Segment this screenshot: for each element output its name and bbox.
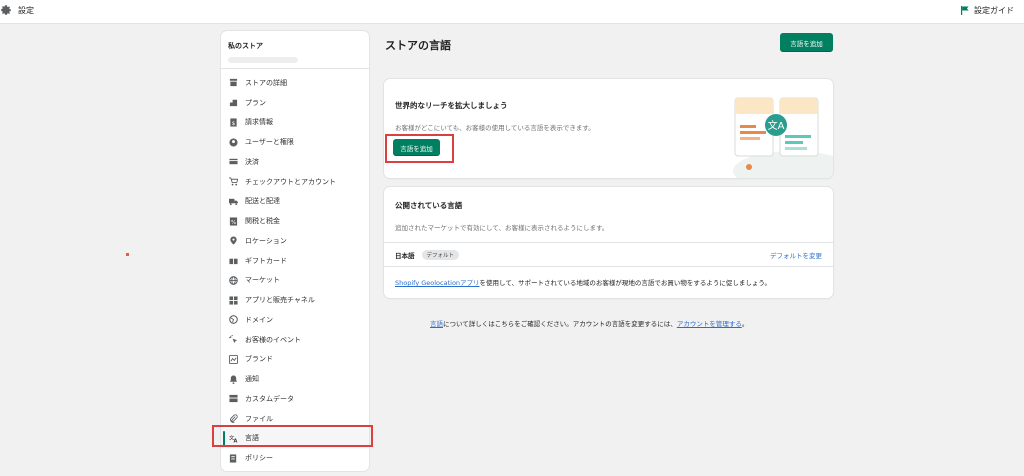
highlight-box-sidebar <box>212 425 373 447</box>
flag-icon <box>961 6 969 15</box>
gear-icon <box>0 4 12 16</box>
language-illustration: 文A <box>723 79 833 178</box>
sidebar-item-1[interactable]: プラン <box>221 93 369 113</box>
sidebar-item-8[interactable]: ロケーション <box>221 231 369 251</box>
sidebar-item-6[interactable]: 配送と配達 <box>221 192 369 212</box>
settings-sidebar: 私のストア ストアの詳細 プラン $ 請求情報ユーザーと権限 決済チェックアウトとアカウ… <box>221 31 369 471</box>
store-url-placeholder <box>228 57 298 63</box>
promo-card: 世界的なリーチを拡大しましょう お客様がどこにいても、お客様の使用している言語を… <box>384 79 833 178</box>
sidebar-item-14[interactable]: ブランド <box>221 350 369 370</box>
published-description: 追加されたマーケットで有効にして、お客様に表示されるようにします。 <box>395 224 609 232</box>
sidebar-item-12[interactable]: ドメイン <box>221 310 369 330</box>
sidebar-item-label: ギフトカード <box>245 256 287 265</box>
highlight-box-button <box>385 134 454 163</box>
apps-icon <box>229 296 238 305</box>
plan-icon <box>229 98 238 107</box>
language-name: 日本語 <box>395 251 415 260</box>
sidebar-item-15[interactable]: 通知 <box>221 369 369 389</box>
events-icon <box>229 335 238 344</box>
user-icon <box>229 138 238 147</box>
setup-guide-label: 設定ガイド <box>974 6 1014 15</box>
sidebar-item-label: ファイル <box>245 414 273 423</box>
sidebar-item-label: 決済 <box>245 157 259 166</box>
settings-title: 設定 <box>0 4 34 16</box>
manage-account-link[interactable]: アカウントを管理する <box>677 320 742 328</box>
sidebar-item-label: ドメイン <box>245 315 273 324</box>
geolocation-note: Shopify Geolocationアプリを使用して、サポートされている地域の… <box>395 277 771 287</box>
sidebar-item-label: マーケット <box>245 276 280 285</box>
store-header[interactable]: 私のストア <box>221 31 369 69</box>
geolocation-app-link[interactable]: Shopify Geolocationアプリ <box>395 279 480 287</box>
help-note-end: 。 <box>741 320 749 328</box>
language-help-link[interactable]: 言語 <box>430 320 443 328</box>
gift-icon <box>229 256 238 265</box>
svg-text:%: % <box>231 219 236 225</box>
sidebar-item-2[interactable]: $ 請求情報 <box>221 113 369 133</box>
truck-icon <box>229 197 238 206</box>
billing-icon: $ <box>229 118 238 127</box>
location-icon <box>229 236 238 245</box>
sidebar-item-16[interactable]: カスタムデータ <box>221 389 369 409</box>
store-icon <box>229 78 238 87</box>
add-language-button[interactable]: 言語を追加 <box>780 33 833 52</box>
sidebar-item-13[interactable]: お客様のイベント <box>221 330 369 350</box>
store-name: 私のストア <box>228 42 263 50</box>
default-badge: デフォルト <box>421 249 460 260</box>
sidebar-item-10[interactable]: マーケット <box>221 271 369 291</box>
geolocation-note-text: を使用して、サポートされている地域のお客様が現地の言語でお買い物をするように促し… <box>479 279 771 287</box>
sidebar-item-label: プラン <box>245 98 266 107</box>
payment-icon <box>229 157 238 166</box>
sidebar-item-label: 通知 <box>245 375 259 384</box>
sidebar-item-9[interactable]: ギフトカード <box>221 251 369 271</box>
published-title: 公開されている言語 <box>395 201 463 210</box>
tax-icon: % <box>229 217 238 226</box>
cart-icon <box>229 177 238 186</box>
sidebar-item-label: ポリシー <box>245 454 273 463</box>
sidebar-item-7[interactable]: % 関税と税金 <box>221 211 369 231</box>
promo-title: 世界的なリーチを拡大しましょう <box>395 101 508 110</box>
sidebar-item-label: 配送と配達 <box>245 197 280 206</box>
sidebar-item-label: ユーザーと権限 <box>245 138 294 147</box>
sidebar-item-label: チェックアウトとアカウント <box>245 177 336 186</box>
settings-title-text: 設定 <box>18 5 34 15</box>
sidebar-item-label: ストアの詳細 <box>245 78 287 87</box>
language-row: 日本語 デフォルト デフォルトを変更 <box>384 242 833 267</box>
change-default-link[interactable]: デフォルトを変更 <box>770 250 822 260</box>
sidebar-item-label: カスタムデータ <box>245 394 294 403</box>
svg-text:文A: 文A <box>768 119 785 132</box>
published-languages-card: 公開されている言語 追加されたマーケットで有効にして、お客様に表示されるようにし… <box>384 187 833 298</box>
sidebar-item-label: 関税と税金 <box>245 217 280 226</box>
policy-icon <box>229 454 238 463</box>
sidebar-item-11[interactable]: アプリと販売チャネル <box>221 290 369 310</box>
sidebar-item-label: ロケーション <box>245 236 287 245</box>
sidebar-item-4[interactable]: 決済 <box>221 152 369 172</box>
sidebar-item-5[interactable]: チェックアウトとアカウント <box>221 172 369 192</box>
sidebar-item-0[interactable]: ストアの詳細 <box>221 73 369 93</box>
sidebar-item-label: アプリと販売チャネル <box>245 296 315 305</box>
brand-icon <box>229 354 238 364</box>
promo-description: お客様がどこにいても、お客様の使用している言語を表示できます。 <box>395 124 595 132</box>
globe-icon <box>229 276 238 285</box>
sidebar-nav: ストアの詳細 プラン $ 請求情報ユーザーと権限 決済チェックアウトとアカウント 配送と配… <box>221 69 369 468</box>
red-marker <box>126 253 129 256</box>
setup-guide-link[interactable]: 設定ガイド <box>961 5 1014 16</box>
custom-data-icon <box>229 394 238 403</box>
help-note-text: について詳しくはこちらをご確認ください。アカウントの言語を変更するには、 <box>443 320 677 328</box>
sidebar-item-19[interactable]: ポリシー <box>221 448 369 468</box>
language-help-note: 言語について詳しくはこちらをご確認ください。アカウントの言語を変更するには、アカ… <box>430 318 748 328</box>
sidebar-item-label: お客様のイベント <box>245 335 301 344</box>
top-bar: 設定 設定ガイド <box>0 0 1024 24</box>
paperclip-icon <box>229 414 238 423</box>
page-title: ストアの言語 <box>385 39 451 52</box>
sidebar-item-3[interactable]: ユーザーと権限 <box>221 132 369 152</box>
domain-icon <box>229 315 238 325</box>
bell-icon <box>229 375 238 384</box>
svg-text:$: $ <box>232 121 235 127</box>
sidebar-item-label: 請求情報 <box>245 118 273 127</box>
sidebar-item-label: ブランド <box>245 355 273 364</box>
